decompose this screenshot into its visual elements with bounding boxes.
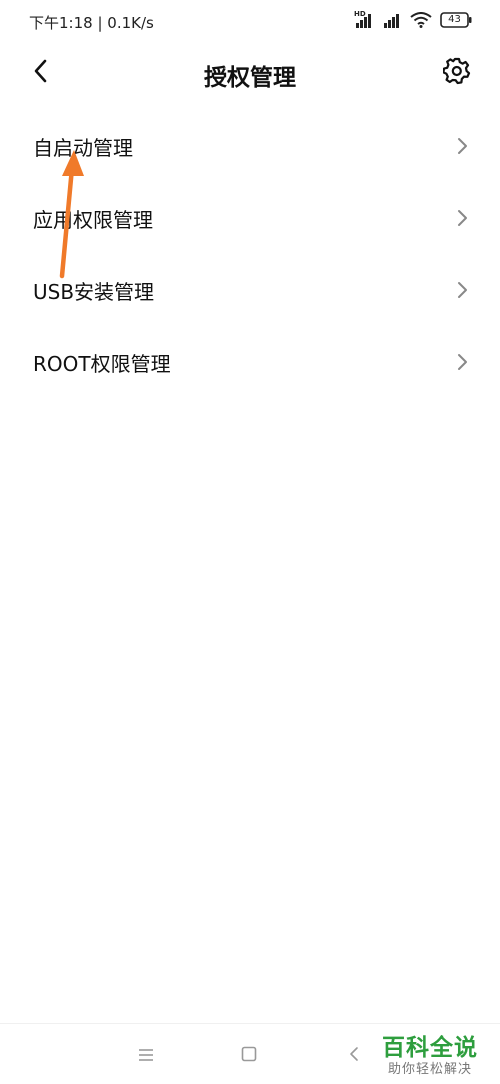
menu-item-label: 自启动管理 (33, 135, 133, 160)
menu-item-usb-install[interactable]: USB安装管理 (0, 254, 500, 326)
menu-item-autostart[interactable]: 自启动管理 (0, 110, 500, 182)
page-title: 授权管理 (204, 65, 296, 91)
status-time-speed: 下午1:18 | 0.1K/s (29, 14, 154, 32)
nav-back-button[interactable] (340, 1042, 368, 1070)
header: 授权管理 (0, 44, 500, 102)
menu-item-app-permissions[interactable]: 应用权限管理 (0, 182, 500, 254)
battery-icon: 43 (440, 12, 472, 28)
home-square-icon (241, 1046, 257, 1066)
watermark-main-text: 百科全说 (382, 1035, 478, 1061)
chevron-right-icon (456, 352, 470, 372)
watermark-sub-text: 助你轻松解决 (387, 1062, 472, 1077)
menu-item-root-permissions[interactable]: ROOT权限管理 (0, 326, 500, 398)
status-bar: 下午1:18 | 0.1K/s HD 43 (0, 0, 500, 44)
battery-level: 43 (448, 14, 461, 25)
menu-icon (138, 1047, 154, 1066)
chevron-right-icon (456, 280, 470, 300)
chevron-right-icon (456, 136, 470, 156)
hd-label: HD (354, 10, 366, 18)
navigation-bar: 百科全说 助你轻松解决 (0, 1023, 500, 1084)
menu-item-label: ROOT权限管理 (33, 351, 171, 376)
chevron-right-icon (456, 208, 470, 228)
nav-home-button[interactable] (235, 1042, 263, 1070)
menu-list: 自启动管理 应用权限管理 USB安装管理 ROOT权限管理 (0, 110, 500, 398)
nav-menu-button[interactable] (132, 1042, 160, 1070)
back-triangle-icon (348, 1046, 360, 1066)
menu-item-label: 应用权限管理 (33, 207, 153, 232)
settings-button[interactable] (440, 56, 474, 90)
menu-item-label: USB安装管理 (33, 279, 155, 304)
status-icons: HD 43 (354, 10, 472, 28)
watermark-logo: 百科全说 助你轻松解决 (374, 1034, 486, 1078)
wifi-icon (410, 12, 432, 28)
hd-signal-icon: HD (354, 10, 374, 28)
signal-icon (382, 12, 402, 28)
gear-icon (442, 57, 471, 89)
